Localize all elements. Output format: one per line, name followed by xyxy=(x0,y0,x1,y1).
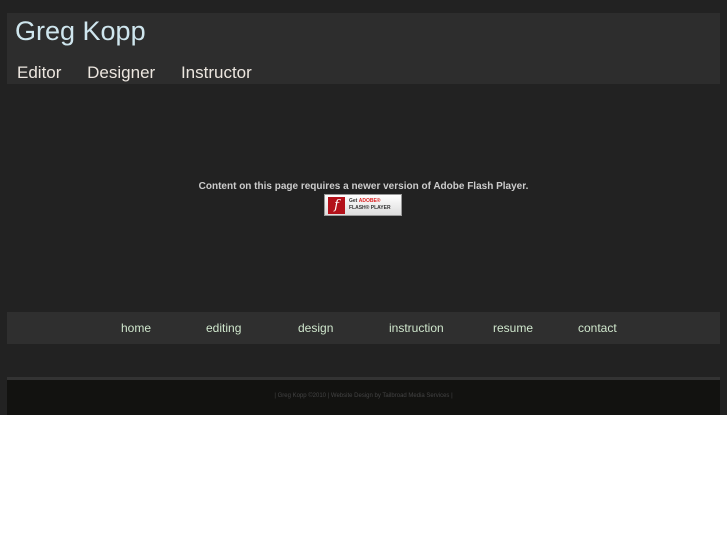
role-instructor: Instructor xyxy=(180,63,252,82)
nav-design[interactable]: design xyxy=(298,321,333,335)
nav-editing[interactable]: editing xyxy=(206,321,241,335)
header: Greg Kopp Editor Designer Instructor xyxy=(7,13,720,84)
flash-btn-player: FLASH® PLAYER xyxy=(349,205,391,211)
nav-contact[interactable]: contact xyxy=(578,321,617,335)
get-flash-player-button[interactable]: f Get ADOBE® FLASH® PLAYER xyxy=(324,194,402,216)
flash-btn-brand: ADOBE® xyxy=(358,198,381,204)
footer: | Greg Kopp ©2010 | Website Design by Ta… xyxy=(7,380,720,415)
nav-home[interactable]: home xyxy=(121,321,151,335)
nav-bar: home editing design instruction resume c… xyxy=(7,312,720,344)
role-designer: Designer xyxy=(87,63,156,82)
nav-resume[interactable]: resume xyxy=(493,321,533,335)
roles: Editor Designer Instructor xyxy=(17,63,273,83)
nav-instruction[interactable]: instruction xyxy=(389,321,444,335)
site-title: Greg Kopp xyxy=(15,16,146,46)
flash-logo-icon: f xyxy=(328,197,345,214)
page: Greg Kopp Editor Designer Instructor Con… xyxy=(0,0,727,415)
footer-credit: | Greg Kopp ©2010 | Website Design by Ta… xyxy=(274,393,453,399)
flash-message: Content on this page requires a newer ve… xyxy=(198,181,529,192)
flash-btn-get: Get xyxy=(349,198,359,204)
role-editor: Editor xyxy=(17,63,62,82)
